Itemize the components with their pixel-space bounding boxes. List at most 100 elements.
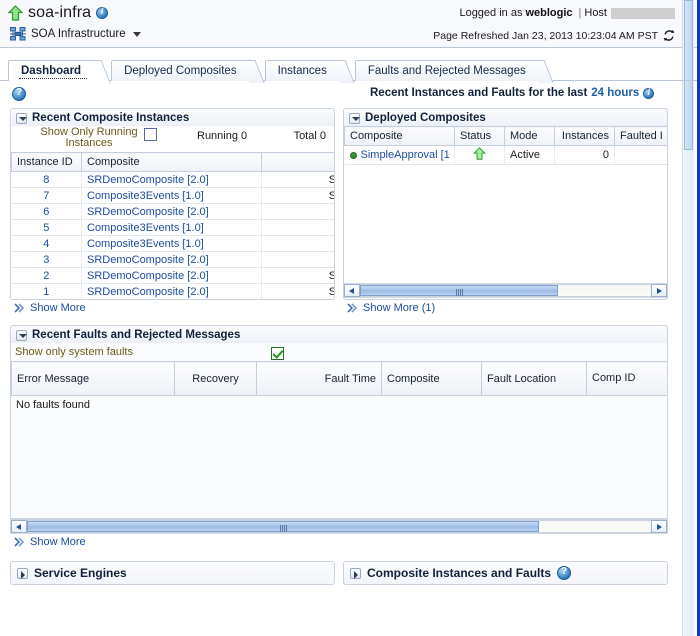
instance-id-link[interactable]: 8 bbox=[43, 174, 49, 186]
subnav[interactable]: SOA Infrastructure bbox=[10, 27, 141, 41]
tab-deployed-composites[interactable]: Deployed Composites bbox=[111, 60, 252, 81]
double-chevron-right-icon bbox=[347, 303, 359, 313]
help-icon[interactable] bbox=[557, 566, 572, 580]
composite-instances-and-faults-panel[interactable]: Composite Instances and Faults bbox=[343, 561, 668, 585]
deployed-composites-show-more[interactable]: Show More (1) bbox=[343, 300, 668, 317]
scroll-thumb[interactable] bbox=[27, 521, 539, 532]
scroll-thumb[interactable] bbox=[360, 285, 558, 296]
instance-id-link[interactable]: 2 bbox=[43, 270, 49, 282]
composite-link[interactable]: Composite3Events [1.0] bbox=[87, 222, 204, 234]
composite-link[interactable]: SRDemoComposite [2.0] bbox=[87, 270, 209, 282]
table-row[interactable]: 5 Composite3Events [1.0] Sep 3, 20 bbox=[11, 219, 334, 236]
host-label: Host bbox=[584, 7, 607, 19]
chevron-down-icon[interactable] bbox=[16, 329, 27, 341]
tab-label: Dashboard bbox=[21, 65, 82, 77]
dashboard-content: Recent Instances and Faults for the last… bbox=[0, 84, 697, 585]
cell-start-time: Sep 3, 20 bbox=[261, 219, 334, 236]
composite-link[interactable]: SimpleApproval [1 bbox=[361, 149, 450, 161]
up-arrow-green-icon[interactable] bbox=[8, 5, 23, 21]
chevron-right-icon[interactable] bbox=[17, 567, 28, 579]
running-value: 0 bbox=[241, 130, 248, 142]
table-row[interactable]: 3 SRDemoComposite [2.0] Sep 3, 20 bbox=[11, 251, 334, 268]
instance-id-link[interactable]: 4 bbox=[43, 238, 49, 250]
show-only-running-checkbox[interactable] bbox=[144, 128, 157, 141]
column-status[interactable]: Status bbox=[454, 126, 505, 146]
recent-instances-show-more[interactable]: Show More bbox=[10, 300, 335, 317]
faults-hscrollbar[interactable] bbox=[10, 519, 668, 534]
system-faults-checkbox[interactable] bbox=[271, 347, 284, 360]
tab-faults-and-rejected-messages[interactable]: Faults and Rejected Messages bbox=[354, 60, 541, 81]
tab-instances[interactable]: Instances bbox=[264, 60, 342, 81]
caret-down-icon[interactable] bbox=[132, 31, 141, 37]
cell-instance-id: 7 bbox=[11, 187, 82, 204]
column-faulted-instances[interactable]: Faulted I bbox=[614, 126, 667, 146]
scroll-left-button[interactable] bbox=[344, 284, 360, 297]
table-row[interactable]: 1 SRDemoComposite [2.0] Sep 3, 200 bbox=[11, 283, 334, 299]
composite-link[interactable]: SRDemoComposite [2.0] bbox=[87, 206, 209, 218]
tab-dashboard[interactable]: Dashboard bbox=[8, 60, 99, 81]
table-row[interactable]: SimpleApproval [1 Active 0 bbox=[344, 145, 667, 165]
deployed-composites-header: Deployed Composites bbox=[344, 109, 667, 126]
composite-link[interactable]: Composite3Events [1.0] bbox=[87, 238, 204, 250]
show-more-label: Show More bbox=[30, 302, 86, 314]
chevron-right-icon[interactable] bbox=[350, 567, 361, 579]
column-composite[interactable]: Composite bbox=[344, 126, 455, 146]
table-row[interactable]: 2 SRDemoComposite [2.0] Sep 3, 200 bbox=[11, 267, 334, 284]
table-row[interactable]: 7 Composite3Events [1.0] Sep 4, 200 bbox=[11, 187, 334, 204]
chevron-down-icon[interactable] bbox=[16, 112, 27, 124]
column-composite[interactable]: Composite bbox=[81, 152, 262, 172]
table-row[interactable]: 6 SRDemoComposite [2.0] Sep 3, 20 bbox=[11, 203, 334, 220]
instance-id-link[interactable]: 6 bbox=[43, 206, 49, 218]
column-composite-instance-id[interactable]: Comp ID bbox=[586, 361, 667, 396]
no-faults-message: No faults found bbox=[16, 399, 90, 411]
refresh-icon[interactable] bbox=[663, 29, 675, 42]
tab-label: Deployed Composites bbox=[124, 65, 237, 77]
column-instances[interactable]: Instances bbox=[554, 126, 615, 146]
cell-start-time: Sep 4, 200 bbox=[261, 171, 334, 188]
column-mode[interactable]: Mode bbox=[504, 126, 555, 146]
instance-id-link[interactable]: 3 bbox=[43, 254, 49, 266]
composite-link[interactable]: SRDemoComposite [2.0] bbox=[87, 254, 209, 266]
recent-heading-hours[interactable]: 24 hours bbox=[591, 87, 639, 99]
column-instance-id[interactable]: Instance ID bbox=[11, 152, 82, 172]
recent-instances-filter-row: Show Only Running Instances Running 0 To… bbox=[11, 126, 334, 152]
table-row[interactable]: 8 SRDemoComposite [2.0] Sep 4, 200 bbox=[11, 171, 334, 188]
tab-focus-underline bbox=[19, 78, 88, 79]
cell-instance-id: 4 bbox=[11, 235, 82, 252]
info-icon[interactable] bbox=[643, 87, 655, 99]
page-vertical-scrollbar[interactable] bbox=[682, 0, 694, 636]
top-panels-row: Recent Composite Instances Show Only Run… bbox=[10, 108, 687, 317]
faults-show-more[interactable]: Show More bbox=[10, 534, 668, 551]
scroll-track[interactable] bbox=[27, 520, 651, 533]
faults-table-wrap: Error Message Recovery Fault Time Compos… bbox=[10, 361, 668, 396]
column-composite[interactable]: Composite bbox=[381, 361, 482, 396]
deployed-composites-hscrollbar[interactable] bbox=[344, 283, 667, 298]
column-fault-location[interactable]: Fault Location bbox=[481, 361, 587, 396]
tab-label: Instances bbox=[277, 65, 327, 77]
instance-id-link[interactable]: 5 bbox=[43, 222, 49, 234]
breadcrumb: soa-infra bbox=[8, 4, 109, 22]
cell-composite: Composite3Events [1.0] bbox=[81, 219, 262, 236]
scroll-right-button[interactable] bbox=[651, 520, 667, 533]
column-start-time[interactable] bbox=[261, 152, 334, 172]
total-label: Total bbox=[293, 130, 317, 142]
running-label: Running bbox=[197, 130, 238, 142]
instance-id-link[interactable]: 1 bbox=[43, 286, 49, 298]
scroll-right-button[interactable] bbox=[651, 284, 667, 297]
composite-link[interactable]: SRDemoComposite [2.0] bbox=[87, 174, 209, 186]
help-icon[interactable] bbox=[12, 87, 26, 101]
composite-link[interactable]: SRDemoComposite [2.0] bbox=[87, 286, 209, 298]
column-recovery[interactable]: Recovery bbox=[174, 361, 257, 396]
service-engines-panel[interactable]: Service Engines bbox=[10, 561, 335, 585]
column-error-message[interactable]: Error Message bbox=[11, 361, 175, 396]
composite-link[interactable]: Composite3Events [1.0] bbox=[87, 190, 204, 202]
table-row[interactable]: 4 Composite3Events [1.0] Sep 3, 20 bbox=[11, 235, 334, 252]
instance-id-link[interactable]: 7 bbox=[43, 190, 49, 202]
scroll-left-button[interactable] bbox=[11, 520, 27, 533]
info-icon[interactable] bbox=[96, 6, 109, 19]
scroll-track[interactable] bbox=[360, 284, 651, 297]
system-faults-filter-row: Show only system faults bbox=[10, 343, 668, 361]
column-fault-time[interactable]: Fault Time bbox=[256, 361, 382, 396]
soa-infra-dashboard-page: soa-infra SOA Infrastructure Log bbox=[0, 0, 700, 636]
chevron-down-icon[interactable] bbox=[349, 112, 360, 124]
